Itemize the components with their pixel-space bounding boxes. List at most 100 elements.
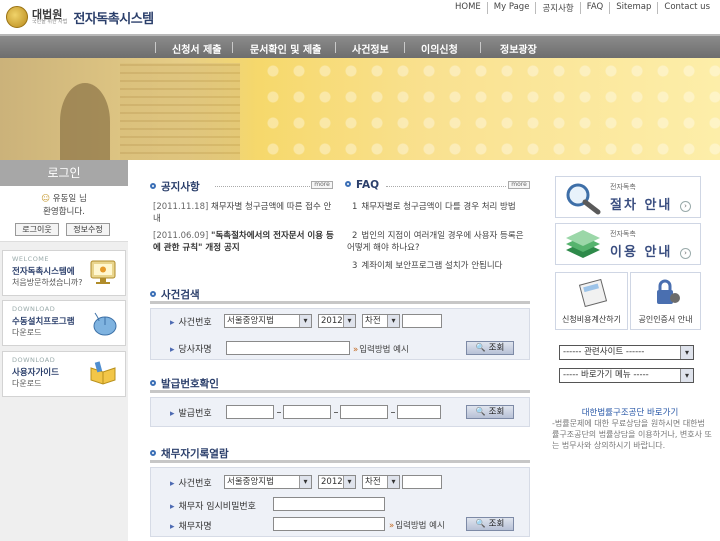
system-name: 전자독촉시스템 xyxy=(73,11,154,27)
case-number-label: 사건번호 xyxy=(170,476,212,489)
banner-title: 이용 안내 xyxy=(610,245,673,260)
temp-password-label: 채무자 임시비밀번호 xyxy=(170,499,256,512)
layers-icon xyxy=(566,230,600,258)
legal-aid-link[interactable]: 대한법률구조공단 바로가기 xyxy=(555,406,705,418)
nav-separator xyxy=(335,42,336,53)
faq-text: 계좌이체 보안프로그램 설치가 안됩니다 xyxy=(361,261,503,271)
util-sitemap-link[interactable]: Sitemap xyxy=(609,2,657,14)
util-home-link[interactable]: HOME xyxy=(449,2,487,14)
card-subtitle: 처음방문하셨습니까? xyxy=(12,278,83,287)
faq-number: 3 xyxy=(352,261,358,271)
case-number-input[interactable] xyxy=(402,314,442,328)
faq-title: FAQ xyxy=(345,179,379,191)
faq-item[interactable]: 3 계좌이체 보안프로그램 설치가 안됩니다 xyxy=(347,260,532,272)
chevron-right-icon: › xyxy=(680,201,691,212)
card-kicker: DOWNLOAD xyxy=(12,305,56,313)
nav-item-objection[interactable]: 이의신청 xyxy=(421,41,458,56)
nav-item-case-info[interactable]: 사건정보 xyxy=(352,41,389,56)
search-button-label: 조회 xyxy=(488,407,505,417)
faq-more-button[interactable]: more xyxy=(508,181,530,189)
court-select[interactable]: 서울중앙지법 xyxy=(224,475,312,489)
case-number-input[interactable] xyxy=(402,475,442,489)
logo[interactable]: 대법원 국민을 위한 사법 전자독촉시스템 xyxy=(6,5,154,29)
main-nav: 신청서 제출 문서확인 및 제출 사건정보 이의신청 정보광장 xyxy=(0,34,720,58)
issue-check-title: 발급번호확인 xyxy=(150,376,219,391)
fee-calculator-label: 신청비용계산하기 xyxy=(562,315,621,324)
notice-item[interactable]: [2011.11.18] 채무자별 청구금액에 따른 접수 안내 xyxy=(153,201,335,225)
notice-date: [2011.11.18] xyxy=(153,202,209,212)
banner-tower-image xyxy=(120,63,240,160)
related-sites-select[interactable]: ------ 관련사이트 ------ xyxy=(559,345,694,360)
faq-number: 2 xyxy=(352,231,358,241)
court-seal-icon xyxy=(6,6,28,28)
card-title: 사용자가이드 xyxy=(12,368,59,378)
banner-pattern xyxy=(260,58,720,160)
nav-item-submit-application[interactable]: 신청서 제출 xyxy=(172,41,221,56)
section-bar xyxy=(150,390,530,393)
welcome-card[interactable]: WELCOME 전자독촉시스템에 처음방문하셨습니까? xyxy=(2,250,126,296)
nav-item-document-check[interactable]: 문서확인 및 제출 xyxy=(250,41,321,56)
certificate-guide-label: 공인인증서 안내 xyxy=(638,315,693,324)
banner-sculpture-image xyxy=(60,83,110,160)
issue-number-part1[interactable] xyxy=(226,405,274,419)
case-type-select[interactable]: 차전 xyxy=(362,475,400,489)
input-example-link[interactable]: 입력방법 예시 xyxy=(389,519,445,531)
issue-number-label: 발급번호 xyxy=(170,406,212,419)
court-select[interactable]: 서울중앙지법 xyxy=(224,314,312,328)
dash xyxy=(277,412,281,413)
party-name-input[interactable] xyxy=(226,341,350,355)
procedure-guide-banner[interactable]: 전자독촉 절차 안내 › xyxy=(555,176,701,218)
certificate-guide-button[interactable]: 공인인증서 안내 xyxy=(630,272,701,330)
card-title: 수동설치프로그램 xyxy=(12,317,75,327)
input-example-link[interactable]: 입력방법 예시 xyxy=(353,343,409,355)
faq-item[interactable]: 1 채무자별로 청구금액이 다를 경우 처리 방법 xyxy=(347,201,532,213)
utility-links: HOME My Page 공지사항 FAQ Sitemap Contact us xyxy=(449,2,716,14)
user-icon: ☺ xyxy=(41,194,51,204)
user-name-text: 유동일 님 xyxy=(52,194,87,204)
case-type-select[interactable]: 차전 xyxy=(362,314,400,328)
search-button-label: 조회 xyxy=(488,343,505,353)
faq-number: 1 xyxy=(352,202,358,212)
issue-check-button[interactable]: 🔍 조회 xyxy=(466,405,514,419)
divider xyxy=(386,186,506,187)
issue-number-part3[interactable] xyxy=(340,405,388,419)
notice-more-button[interactable]: more xyxy=(311,181,333,189)
debtor-name-label: 채무자명 xyxy=(170,519,212,532)
nav-separator xyxy=(480,42,481,53)
logout-button[interactable]: 로그이웃 xyxy=(15,223,59,236)
manual-install-download-card[interactable]: DOWNLOAD 수동설치프로그램 다운로드 xyxy=(2,300,126,346)
issue-number-part4[interactable] xyxy=(397,405,441,419)
card-kicker: DOWNLOAD xyxy=(12,356,56,364)
usage-guide-banner[interactable]: 전자독촉 이용 안내 › xyxy=(555,223,701,265)
user-name: ☺ 유동일 님 xyxy=(0,192,128,204)
user-guide-download-card[interactable]: DOWNLOAD 사용자가이드 다운로드 xyxy=(2,351,126,397)
case-search-button[interactable]: 🔍 조회 xyxy=(466,341,514,355)
banner-kicker: 전자독촉 xyxy=(610,230,636,238)
book-icon xyxy=(90,361,116,385)
dash xyxy=(334,412,338,413)
party-name-label: 당사자명 xyxy=(170,342,212,355)
nav-item-info-plaza[interactable]: 정보광장 xyxy=(500,41,537,56)
section-bar xyxy=(150,460,530,463)
debtor-name-input[interactable] xyxy=(273,517,385,531)
year-select[interactable]: 2012 xyxy=(318,475,356,489)
notice-item[interactable]: [2011.06.09] "독촉절차에서의 전자문서 이용 등에 관한 규칙" … xyxy=(153,230,335,254)
temp-password-input[interactable] xyxy=(273,497,385,511)
year-select[interactable]: 2012 xyxy=(318,314,356,328)
util-contact-link[interactable]: Contact us xyxy=(657,2,716,14)
debtor-view-button[interactable]: 🔍 조회 xyxy=(466,517,514,531)
issue-number-part2[interactable] xyxy=(283,405,331,419)
mouse-icon xyxy=(93,312,117,336)
edit-info-button[interactable]: 정보수정 xyxy=(66,223,110,236)
magnifier-icon xyxy=(566,183,601,215)
util-mypage-link[interactable]: My Page xyxy=(486,2,536,14)
case-number-label: 사건번호 xyxy=(170,315,212,328)
nav-separator xyxy=(404,42,405,53)
util-faq-link[interactable]: FAQ xyxy=(579,2,609,14)
chevron-right-icon: › xyxy=(680,248,691,259)
card-subtitle: 다운로드 xyxy=(12,379,42,388)
util-notice-link[interactable]: 공지사항 xyxy=(535,2,579,14)
faq-item[interactable]: 2 법인의 지점이 여러개일 경우에 사용자 등록은 어떻게 해야 하나요? xyxy=(347,230,532,254)
fee-calculator-button[interactable]: 신청비용계산하기 xyxy=(555,272,628,330)
shortcut-menu-select[interactable]: ----- 바로가기 메뉴 ----- xyxy=(559,368,694,383)
